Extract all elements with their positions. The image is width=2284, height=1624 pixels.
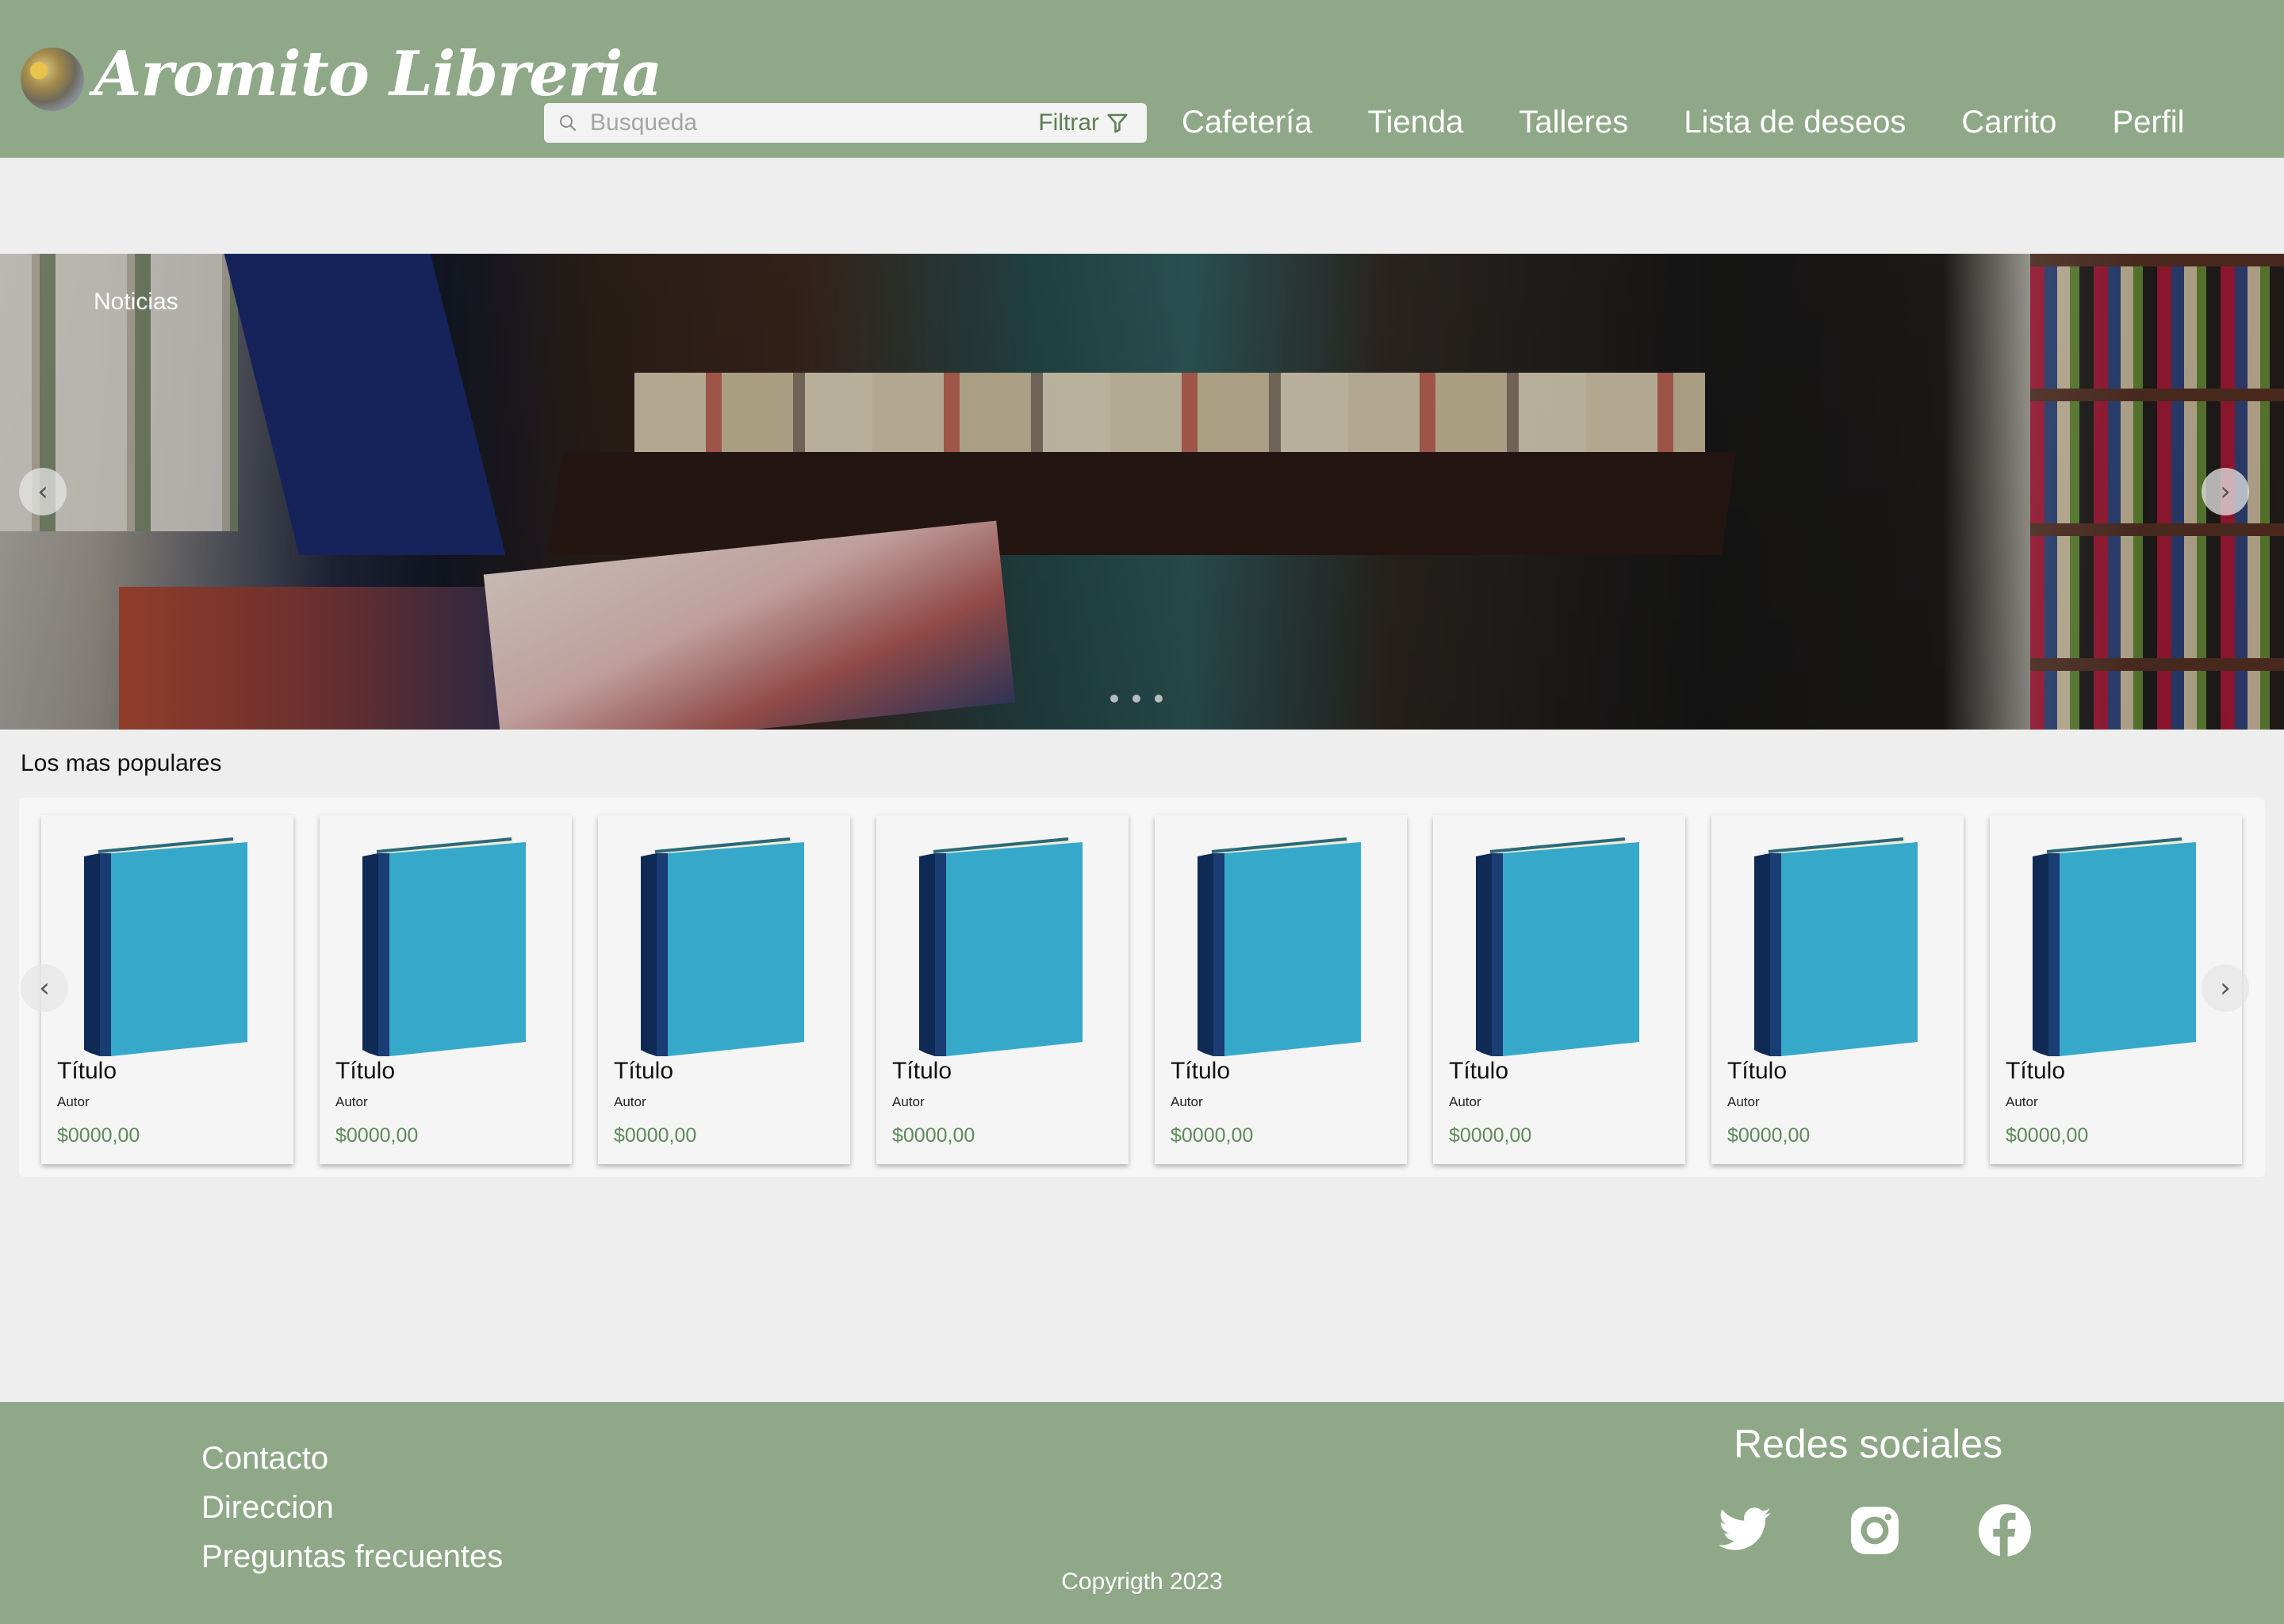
product-price: $0000,00 [614, 1124, 697, 1147]
footer-link-direccion[interactable]: Direccion [201, 1483, 503, 1532]
twitter-icon[interactable] [1716, 1502, 1773, 1559]
product-price: $0000,00 [1727, 1124, 1811, 1147]
product-author: Autor [892, 1094, 925, 1109]
popular-prev-button[interactable]: ‹ [21, 964, 68, 1012]
carousel-prev-button[interactable]: ‹ [19, 468, 67, 515]
footer-link-contacto[interactable]: Contacto [201, 1434, 503, 1483]
product-title: Título [1449, 1058, 1509, 1084]
chevron-right-icon: › [2220, 476, 2231, 508]
carousel-dot[interactable] [1155, 695, 1163, 703]
product-card[interactable]: Título Autor $0000,00 [1155, 815, 1407, 1164]
product-author: Autor [1171, 1094, 1203, 1109]
book-cover-icon [1476, 837, 1639, 1056]
product-card[interactable]: Título Autor $0000,00 [320, 815, 572, 1164]
carousel-indicators [1110, 695, 1163, 703]
book-cover-icon [1754, 837, 1918, 1056]
product-card[interactable]: Título Autor $0000,00 [876, 815, 1129, 1164]
product-author: Autor [1449, 1094, 1481, 1109]
search-bar: Filtrar [544, 103, 1147, 143]
social-title: Redes sociales [1734, 1422, 2003, 1466]
news-carousel: Noticias ‹ › [0, 254, 2284, 730]
nav-tienda[interactable]: Tienda [1368, 105, 1464, 149]
popular-next-button[interactable]: › [2202, 964, 2249, 1012]
main-nav: Cafetería Tienda Talleres Lista de deseo… [1182, 105, 2185, 149]
nav-perfil[interactable]: Perfil [2112, 105, 2184, 149]
site-footer: Contacto Direccion Preguntas frecuentes … [0, 1402, 2284, 1624]
book-cover-icon [919, 837, 1083, 1056]
book-cover-icon [84, 837, 247, 1056]
facebook-icon[interactable] [1976, 1502, 2033, 1559]
instagram-icon[interactable] [1846, 1502, 1903, 1559]
product-price: $0000,00 [2006, 1124, 2089, 1147]
product-card[interactable]: Título Autor $0000,00 [41, 815, 293, 1164]
product-title: Título [57, 1058, 117, 1084]
product-author: Autor [1727, 1094, 1760, 1109]
product-price: $0000,00 [57, 1124, 140, 1147]
filter-button[interactable]: Filtrar [1038, 109, 1129, 136]
hero-image-overlay [0, 254, 2284, 730]
product-author: Autor [614, 1094, 646, 1109]
product-card[interactable]: Título Autor $0000,00 [598, 815, 850, 1164]
copyright: Copyrigth 2023 [1061, 1568, 1223, 1595]
popular-section-title: Los mas populares [21, 750, 222, 776]
product-price: $0000,00 [1449, 1124, 1532, 1147]
carousel-dot[interactable] [1110, 695, 1118, 703]
product-title: Título [892, 1058, 952, 1084]
filter-label: Filtrar [1038, 109, 1099, 136]
chevron-right-icon: › [2220, 972, 2231, 1004]
nav-talleres[interactable]: Talleres [1519, 105, 1628, 149]
product-card[interactable]: Título Autor $0000,00 [1433, 815, 1685, 1164]
footer-links: Contacto Direccion Preguntas frecuentes [201, 1434, 503, 1581]
product-author: Autor [335, 1094, 368, 1109]
nav-carrito[interactable]: Carrito [1961, 105, 2056, 149]
product-author: Autor [2006, 1094, 2038, 1109]
product-title: Título [335, 1058, 396, 1084]
social-links [1716, 1502, 2106, 1559]
product-title: Título [2006, 1058, 2066, 1084]
filter-funnel-icon [1107, 113, 1128, 133]
popular-card-list: Título Autor $0000,00 Título Autor $0000… [41, 815, 2268, 1164]
nav-cafeteria[interactable]: Cafetería [1182, 105, 1313, 149]
chevron-left-icon: ‹ [37, 476, 48, 508]
carousel-title: Noticias [94, 289, 178, 315]
product-author: Autor [57, 1094, 90, 1109]
product-price: $0000,00 [892, 1124, 975, 1147]
carousel-dot[interactable] [1132, 695, 1140, 703]
product-card[interactable]: Título Autor $0000,00 [1711, 815, 1964, 1164]
chevron-left-icon: ‹ [39, 972, 50, 1004]
book-cover-icon [1198, 837, 1361, 1056]
search-icon [560, 115, 576, 131]
flower-logo-icon[interactable] [21, 48, 84, 111]
carousel-next-button[interactable]: › [2202, 468, 2249, 515]
search-input[interactable] [590, 108, 987, 138]
product-title: Título [1171, 1058, 1231, 1084]
book-cover-icon [641, 837, 804, 1056]
nav-lista-deseos[interactable]: Lista de deseos [1684, 105, 1906, 149]
product-price: $0000,00 [1171, 1124, 1254, 1147]
popular-carousel: Título Autor $0000,00 Título Autor $0000… [19, 798, 2265, 1177]
product-price: $0000,00 [335, 1124, 419, 1147]
book-cover-icon [2033, 837, 2196, 1056]
book-cover-icon [362, 837, 526, 1056]
brand-logo[interactable]: Aromito Libreria [94, 38, 662, 110]
site-header: Aromito Libreria Filtrar Cafetería Tiend… [0, 0, 2284, 158]
product-title: Título [614, 1058, 674, 1084]
product-title: Título [1727, 1058, 1788, 1084]
